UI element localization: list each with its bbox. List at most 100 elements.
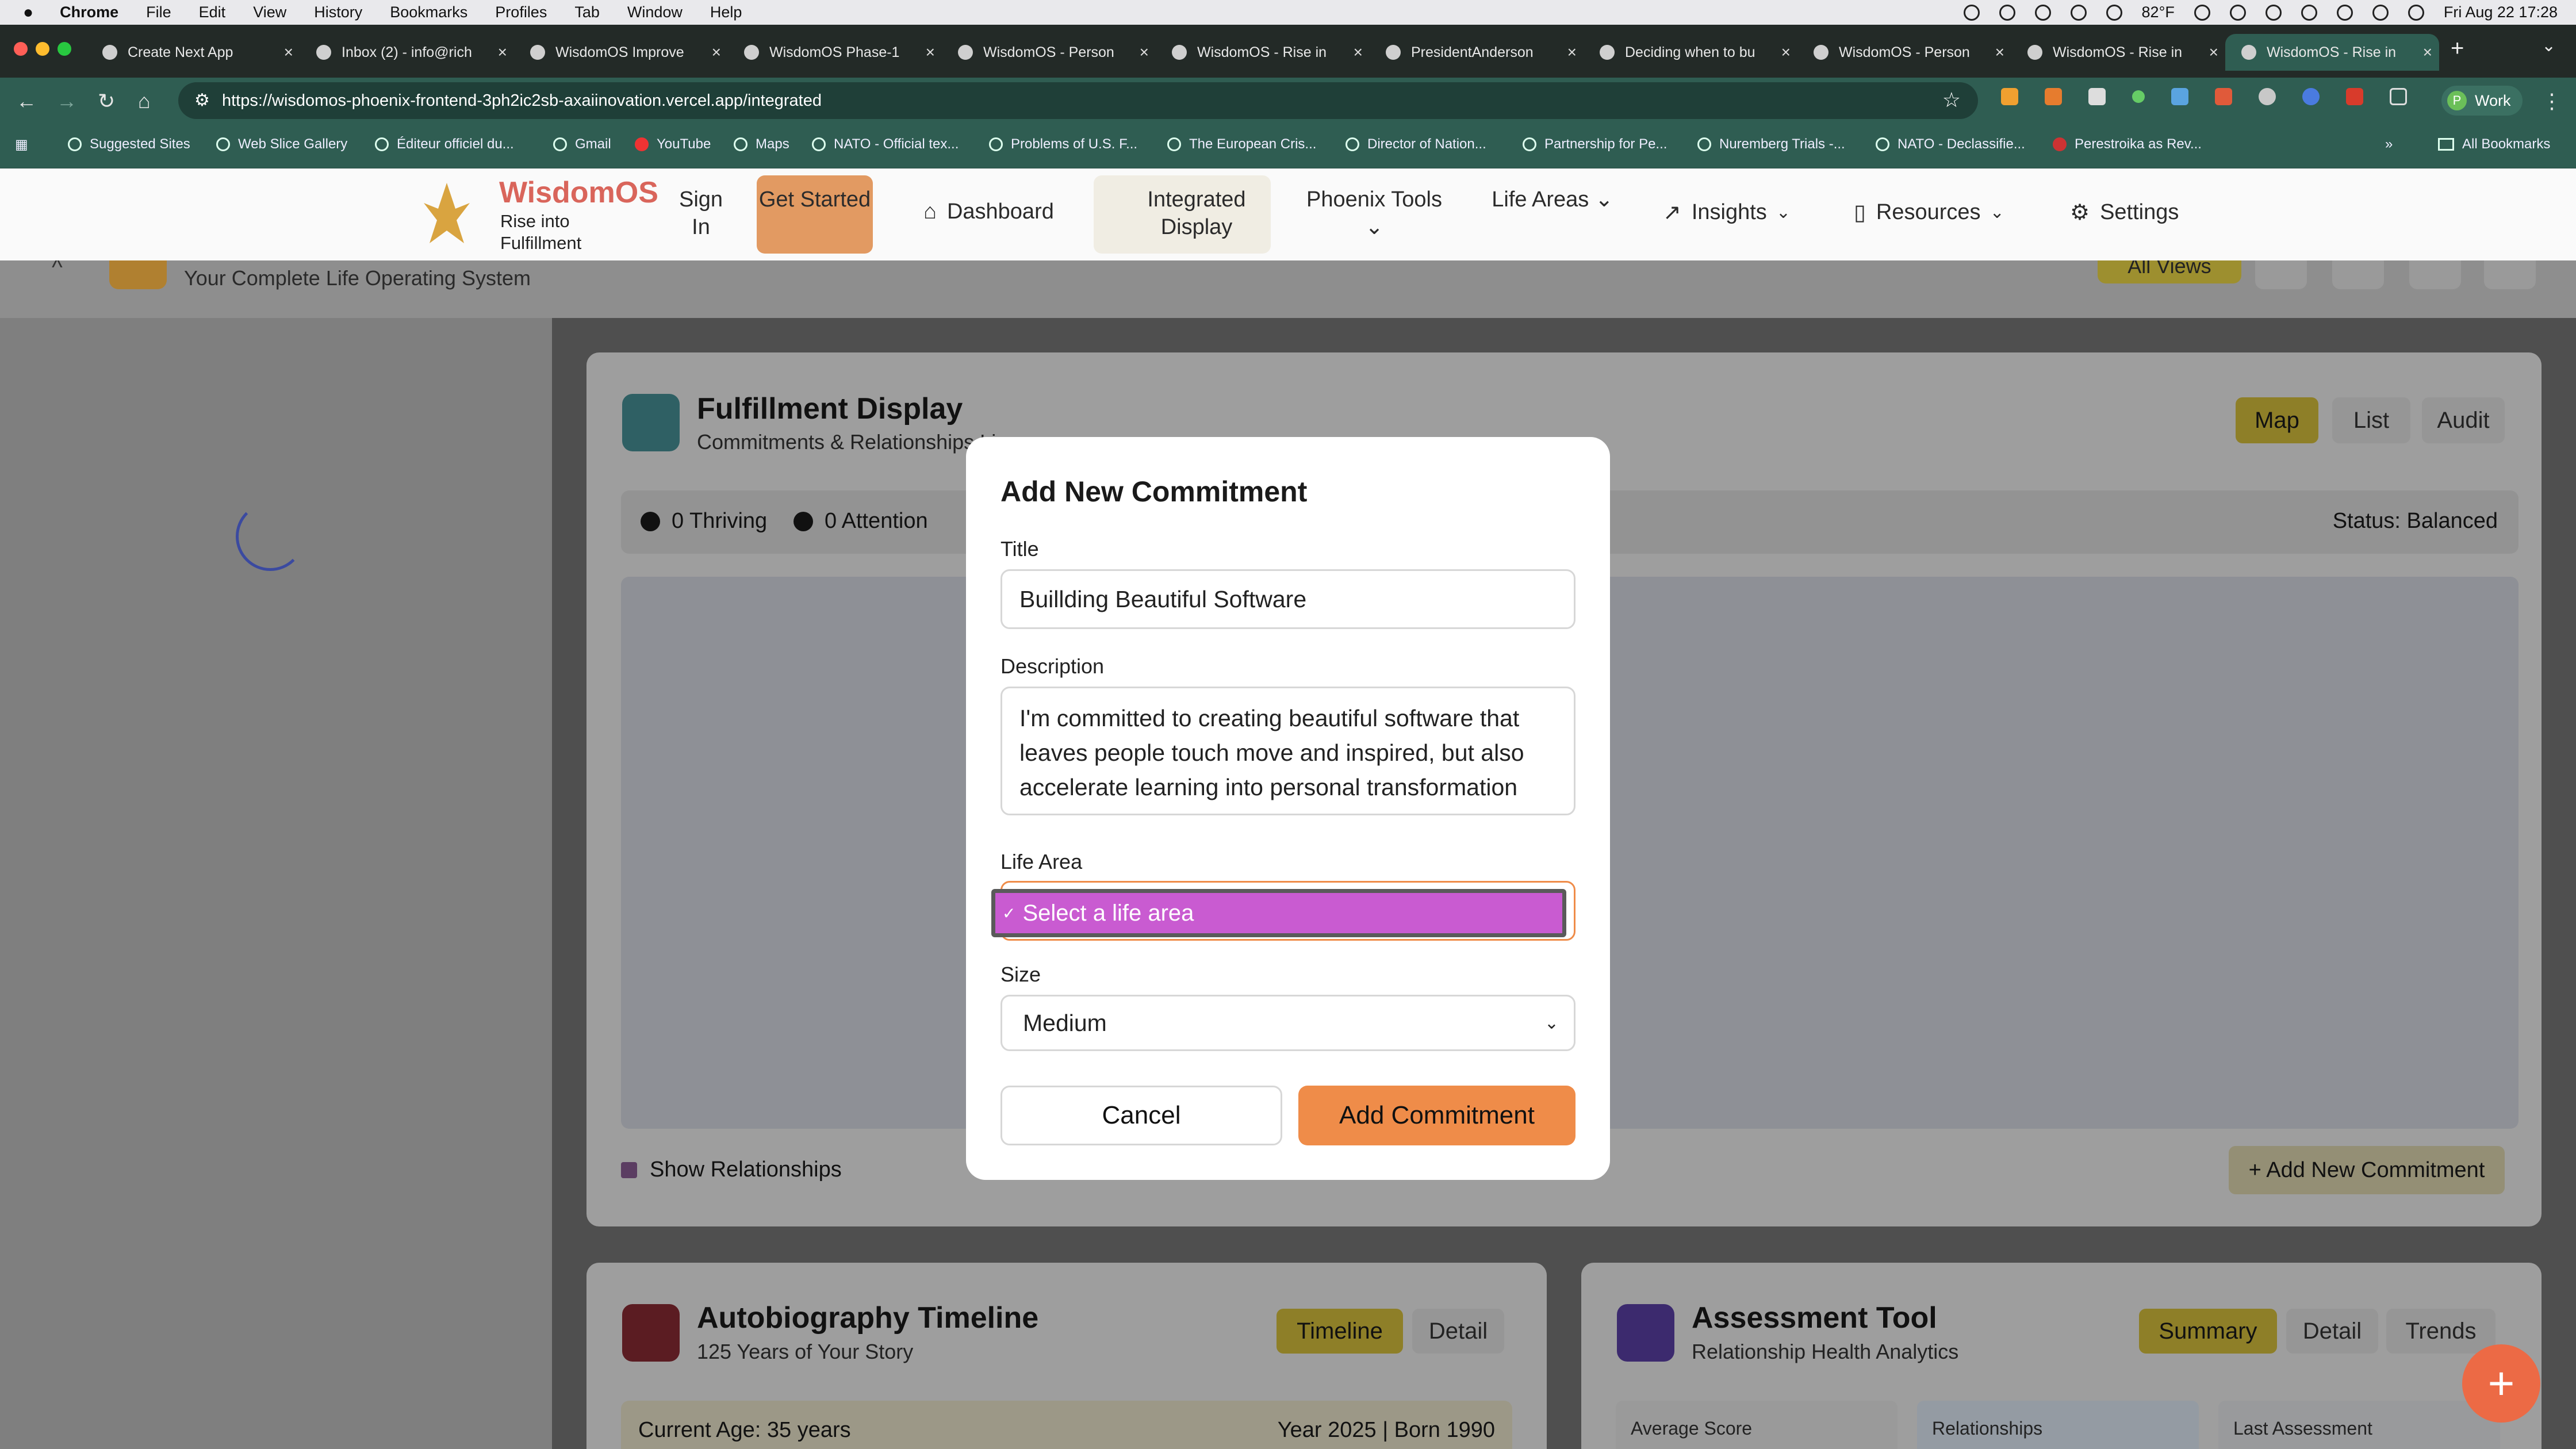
status-icon[interactable] [2194,4,2210,21]
apps-grid-icon[interactable]: ▦ [15,136,28,153]
bookmark-item[interactable]: Nuremberg Trials -... [1697,136,1845,152]
cancel-button[interactable]: Cancel [1000,1086,1282,1145]
bookmark-item[interactable]: Suggested Sites [68,136,190,152]
address-bar[interactable]: ⚙ https://wisdomos-phoenix-frontend-3ph2… [178,82,1978,119]
all-bookmarks[interactable]: All Bookmarks [2438,136,2550,152]
menu-bookmarks[interactable]: Bookmarks [390,3,467,21]
fab-add-icon[interactable]: + [2462,1344,2540,1423]
menu-window[interactable]: Window [627,3,683,21]
close-tab-icon[interactable]: × [2423,43,2432,62]
brand-name[interactable]: WisdomOS [499,175,658,210]
extension-icon[interactable] [2001,88,2018,105]
close-tab-icon[interactable]: × [498,43,507,62]
nav-life-areas[interactable]: Life Areas ⌄ [1489,186,1616,213]
bookmark-star-icon[interactable]: ☆ [1942,88,1961,112]
status-icon[interactable] [1999,4,2015,21]
tab-map[interactable]: Map [2236,397,2318,443]
close-window-icon[interactable] [14,42,28,56]
close-tab-icon[interactable]: × [1567,43,1577,62]
close-tab-icon[interactable]: × [2209,43,2218,62]
zoom-window-icon[interactable] [57,42,71,56]
browser-tab-active[interactable]: WisdomOS - Rise in × [2225,34,2439,71]
extension-icon[interactable] [2215,88,2232,105]
bookmark-item[interactable]: Director of Nation... [1346,136,1486,152]
status-icon[interactable] [2106,4,2122,21]
back-icon[interactable]: ← [16,89,37,113]
tab-trends[interactable]: Trends [2386,1309,2496,1354]
extension-icon[interactable] [2171,88,2188,105]
bookmark-item[interactable]: NATO - Declassifie... [1876,136,2025,152]
control-center-icon[interactable] [2408,4,2424,21]
minimize-window-icon[interactable] [36,42,49,56]
browser-tab[interactable]: WisdomOS - Person × [1797,34,2011,71]
nav-integrated-display[interactable]: Integrated Display [1094,175,1271,254]
status-icon[interactable] [2034,4,2051,21]
menu-help[interactable]: Help [710,3,742,21]
more-bookmarks-icon[interactable]: » [2385,136,2393,152]
menu-tab[interactable]: Tab [574,3,600,21]
tab-timeline[interactable]: Timeline [1276,1309,1403,1354]
tab-detail[interactable]: Detail [2286,1309,2378,1354]
nav-dashboard[interactable]: ⌂ Dashboard [923,200,1054,224]
title-input[interactable]: Buillding Beautiful Software [1000,569,1575,629]
tab-summary[interactable]: Summary [2139,1309,2277,1354]
chrome-menu-icon[interactable]: ⋮ [2542,89,2562,113]
close-tab-icon[interactable]: × [1781,43,1791,62]
life-area-option-selected[interactable]: ✓ Select a life area [991,889,1566,937]
nav-resources[interactable]: ▯ Resources ⌄ [1854,200,2004,225]
browser-tab[interactable]: Inbox (2) - info@rich × [300,34,514,71]
bookmark-item[interactable]: Perestroika as Rev... [2053,136,2202,152]
close-tab-icon[interactable]: × [1995,43,2004,62]
get-started-button[interactable]: Get Started [757,175,873,254]
browser-tab[interactable]: WisdomOS Improve × [514,34,728,71]
status-icon[interactable] [1963,4,1980,21]
browser-tab[interactable]: WisdomOS - Rise in × [1156,34,1370,71]
checkbox[interactable] [621,1162,637,1178]
clock[interactable]: Fri Aug 22 17:28 [2444,3,2558,21]
sign-in-link[interactable]: Sign In [675,186,727,241]
bookmark-item[interactable]: YouTube [635,136,711,152]
new-tab-icon[interactable]: + [2451,36,2464,62]
extension-icon[interactable] [2302,88,2320,105]
menu-edit[interactable]: Edit [199,3,226,21]
browser-tab[interactable]: Deciding when to bu × [1584,34,1797,71]
bookmark-item[interactable]: NATO - Official tex... [812,136,959,152]
wifi-icon[interactable] [2336,4,2353,21]
menu-app[interactable]: Chrome [60,3,118,21]
bookmark-item[interactable]: Gmail [553,136,611,152]
bookmark-item[interactable]: Maps [734,136,789,152]
extension-icon[interactable] [2088,88,2106,105]
close-tab-icon[interactable]: × [284,43,293,62]
size-select[interactable]: Medium ⌄ [1000,995,1575,1051]
menu-file[interactable]: File [146,3,171,21]
nav-settings[interactable]: ⚙ Settings [2070,200,2179,225]
browser-tab[interactable]: WisdomOS - Rise in × [2011,34,2225,71]
extensions-puzzle-icon[interactable] [2390,88,2407,105]
browser-tab[interactable]: Create Next App × [86,34,300,71]
nav-insights[interactable]: ↗ Insights ⌄ [1663,200,1791,225]
extension-icon[interactable] [2045,88,2062,105]
site-info-icon[interactable]: ⚙ [194,90,210,110]
browser-tab[interactable]: WisdomOS Phase-1 × [728,34,942,71]
menu-view[interactable]: View [253,3,286,21]
home-icon[interactable]: ⌂ [138,89,151,113]
tab-list[interactable]: List [2332,397,2410,443]
extension-icon[interactable] [2259,88,2276,105]
tab-search-icon[interactable]: ⌄ [2542,36,2556,56]
bookmark-item[interactable]: The European Cris... [1167,136,1316,152]
bookmark-item[interactable]: Web Slice Gallery [216,136,347,152]
browser-tab[interactable]: WisdomOS - Person × [942,34,1156,71]
menu-history[interactable]: History [314,3,362,21]
bookmark-item[interactable]: Éditeur officiel du... [375,136,514,152]
add-new-commitment-button[interactable]: + Add New Commitment [2229,1146,2505,1194]
search-icon[interactable] [2372,4,2389,21]
phoenix-logo[interactable] [421,180,473,249]
forward-icon[interactable]: → [56,89,77,113]
extension-icon[interactable] [2132,90,2145,103]
bookmark-item[interactable]: Partnership for Pe... [1523,136,1667,152]
show-relationships[interactable]: Show Relationships [621,1157,842,1182]
status-icon[interactable] [2229,4,2246,21]
status-icon[interactable] [2070,4,2087,21]
apple-icon[interactable]: ● [23,3,33,22]
browser-tab[interactable]: PresidentAnderson × [1370,34,1584,71]
